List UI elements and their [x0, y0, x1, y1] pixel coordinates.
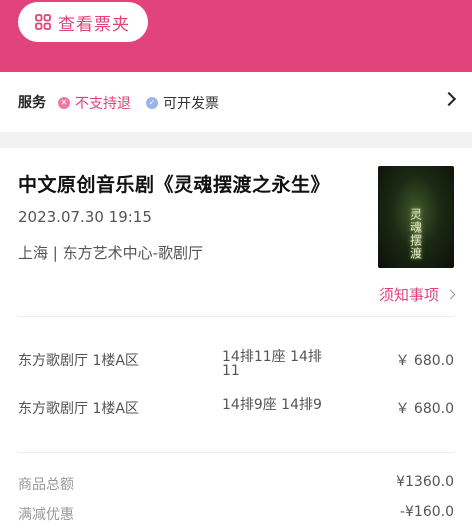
ticket-seat: 14排11座 14排11 — [222, 349, 322, 379]
service-row[interactable]: 服务 ✕ 不支持退 ✓ 可开发票 — [0, 72, 472, 132]
ticket-folder-label: 查看票夹 — [58, 14, 130, 35]
summary-label: 商品总额 — [18, 477, 74, 493]
check-circle-icon: ✓ — [146, 97, 158, 109]
chevron-right-icon[interactable] — [441, 91, 457, 107]
invoice-label: 可开发票 — [163, 96, 219, 112]
no-refund-label: 不支持退 — [75, 96, 131, 112]
show-title: 中文原创音乐剧《灵魂摆渡之永生》 — [18, 174, 331, 196]
view-ticket-folder-button[interactable]: 查看票夹 — [18, 2, 148, 42]
divider — [18, 316, 454, 317]
summary-value: ¥1360.0 — [396, 474, 454, 490]
ticket-seat: 14排9座 14排9 — [222, 397, 322, 413]
ticket-price: ￥ 680.0 — [395, 353, 454, 369]
order-card: 中文原创音乐剧《灵魂摆渡之永生》 2023.07.30 19:15 上海 | 东… — [0, 148, 472, 530]
ticket-area: 东方歌剧厅 1楼A区 — [18, 401, 139, 417]
ticket-price: ￥ 680.0 — [395, 401, 454, 417]
show-datetime: 2023.07.30 19:15 — [18, 208, 152, 226]
service-no-refund: ✕ 不支持退 — [58, 93, 131, 113]
service-invoice: ✓ 可开发票 — [146, 93, 219, 113]
show-poster[interactable]: 灵魂摆渡 — [378, 166, 454, 268]
service-title: 服务 — [18, 95, 46, 111]
notice-label: 须知事项 — [378, 286, 439, 304]
grid-icon — [34, 13, 52, 31]
notice-link[interactable]: 须知事项 — [378, 284, 456, 305]
ticket-area: 东方歌剧厅 1楼A区 — [18, 353, 139, 369]
summary-value: -¥160.0 — [399, 504, 454, 520]
divider — [18, 452, 454, 453]
poster-title-art: 灵魂摆渡 — [408, 208, 423, 260]
chevron-right-icon — [445, 289, 456, 300]
show-venue: 上海 | 东方艺术中心-歌剧厅 — [18, 244, 204, 262]
close-circle-icon: ✕ — [58, 97, 70, 109]
summary-label: 满减优惠 — [18, 507, 74, 523]
